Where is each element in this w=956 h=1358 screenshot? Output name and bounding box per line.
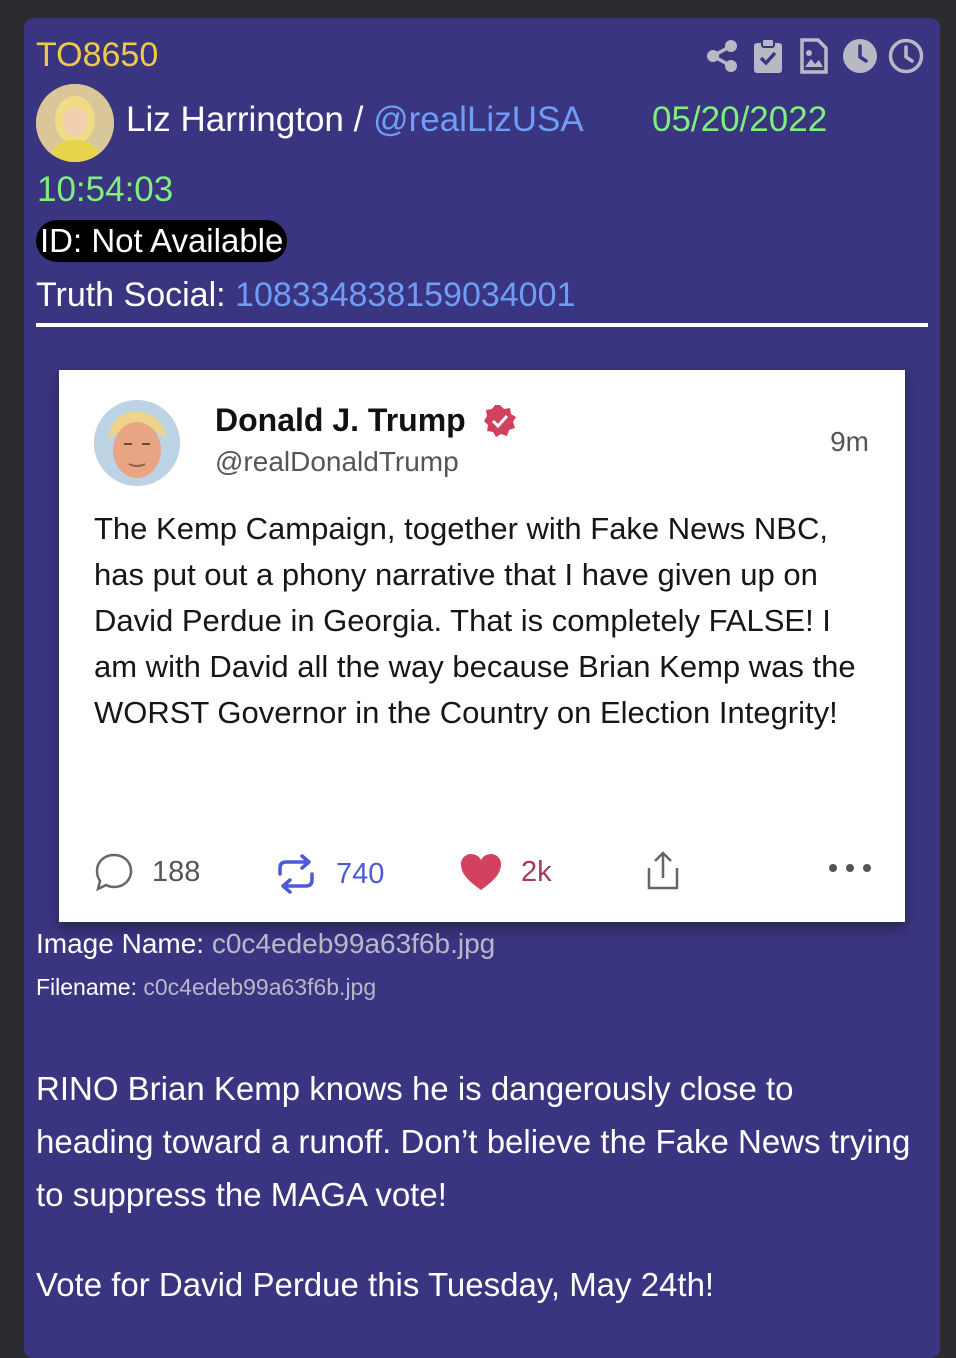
- truth-social-id-link[interactable]: 108334838159034001: [235, 276, 575, 314]
- filename-line: Filename: c0c4edeb99a63f6b.jpg: [36, 974, 376, 1001]
- reblog-stat: 740: [274, 852, 384, 896]
- heart-icon: [461, 854, 501, 890]
- truth-social-line: Truth Social: 108334838159034001: [36, 276, 575, 315]
- screenshot-author-handle: @realDonaldTrump: [215, 446, 459, 477]
- screenshot-avatar: [94, 400, 180, 486]
- author-name: Liz Harrington /: [126, 100, 364, 139]
- more-icon: [829, 864, 871, 872]
- image-name-line: Image Name: c0c4edeb99a63f6b.jpg: [36, 928, 495, 960]
- filename-label: Filename:: [36, 974, 137, 1000]
- clock-outline-icon[interactable]: [886, 36, 926, 76]
- reblog-icon: [278, 854, 314, 894]
- image-name-label: Image Name:: [36, 928, 205, 959]
- verified-badge-icon: [484, 405, 516, 437]
- post-date: 05/20/2022: [652, 100, 828, 139]
- clock-solid-icon[interactable]: [840, 36, 880, 76]
- reblog-count: 740: [336, 857, 385, 890]
- image-name-value[interactable]: c0c4edeb99a63f6b.jpg: [212, 928, 495, 959]
- screenshot-post-text: The Kemp Campaign, together with Fake Ne…: [94, 511, 856, 730]
- reply-stat: 188: [94, 852, 200, 892]
- post-id[interactable]: TO8650: [36, 36, 158, 75]
- post-time: 10:54:03: [37, 170, 174, 209]
- post-toolbar: [702, 36, 926, 76]
- post-screenshot[interactable]: Donald J. Trump @realDonaldTrump 9m The …: [59, 370, 905, 922]
- upload-share-icon: [647, 851, 679, 890]
- image-file-icon[interactable]: [794, 36, 834, 76]
- reply-count: 188: [152, 855, 201, 888]
- author-handle[interactable]: @realLizUSA: [373, 100, 584, 139]
- screenshot-author-name: Donald J. Trump: [215, 402, 466, 438]
- author-line: Liz Harrington / @realLizUSA: [126, 100, 584, 140]
- screenshot-post-age: 9m: [830, 426, 869, 457]
- filename-value[interactable]: c0c4edeb99a63f6b.jpg: [143, 974, 376, 1000]
- id-badge: ID: Not Available: [36, 220, 288, 262]
- clipboard-check-icon[interactable]: [748, 36, 788, 76]
- truth-social-label: Truth Social:: [36, 276, 226, 314]
- divider: [36, 323, 928, 327]
- author-avatar[interactable]: [36, 84, 114, 162]
- reply-icon: [95, 853, 133, 892]
- share-icon[interactable]: [702, 36, 742, 76]
- post-message-call-to-action: Vote for David Perdue this Tuesday, May …: [36, 1266, 715, 1303]
- like-count: 2k: [521, 855, 552, 888]
- like-stat: 2k: [459, 852, 552, 892]
- post-card: TO8650 Liz Harrington / @realLizUSA 05/2…: [24, 18, 940, 1358]
- post-message: RINO Brian Kemp knows he is dangerously …: [36, 1070, 911, 1213]
